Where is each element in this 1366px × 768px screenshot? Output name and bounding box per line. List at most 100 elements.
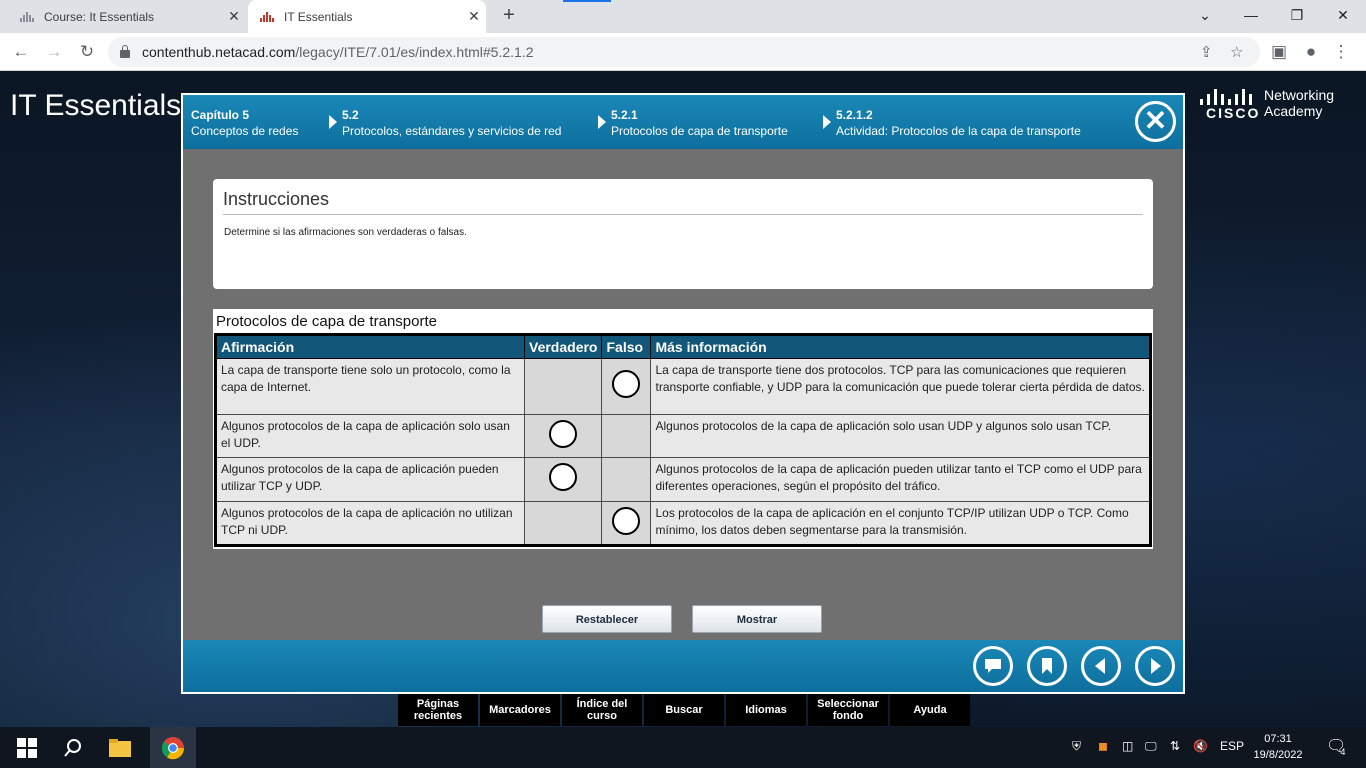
menu-course-index[interactable]: Índice del curso bbox=[562, 694, 642, 726]
breadcrumb-subsection[interactable]: 5.2.1 Protocolos de capa de transporte bbox=[611, 107, 788, 139]
tab-search-indicator bbox=[563, 0, 611, 2]
false-cell bbox=[601, 358, 652, 415]
forward-icon[interactable]: → bbox=[43, 41, 65, 63]
menu-search[interactable]: Buscar bbox=[644, 694, 724, 726]
true-cell bbox=[523, 414, 603, 458]
breadcrumb-activity: 5.2.1.2 Actividad: Protocolos de la capa… bbox=[836, 108, 1081, 138]
breadcrumb-arrow-icon bbox=[823, 115, 831, 129]
profile-icon[interactable]: ● bbox=[1300, 41, 1322, 63]
false-cell bbox=[601, 501, 652, 546]
app-tray-icon[interactable]: ◼ bbox=[1098, 739, 1108, 753]
info-cell: Los protocolos de la capa de aplicación … bbox=[650, 501, 1151, 546]
true-cell bbox=[523, 501, 603, 546]
close-modal-button[interactable]: ✕ bbox=[1135, 101, 1176, 142]
volume-muted-icon[interactable]: 🔇 bbox=[1193, 739, 1208, 753]
menu-recent-pages[interactable]: Páginas recientes bbox=[398, 694, 478, 726]
false-radio[interactable] bbox=[612, 506, 641, 535]
network-icon[interactable]: 🖵 bbox=[1145, 739, 1157, 754]
breadcrumb-section[interactable]: 5.2 Protocolos, estándares y servicios d… bbox=[342, 107, 561, 139]
side-panel-icon[interactable]: ▣ bbox=[1268, 41, 1290, 63]
breadcrumb-arrow-icon bbox=[598, 115, 606, 129]
true-false-table: Afirmación Verdadero Falso Más informaci… bbox=[214, 333, 1152, 547]
modal-footer bbox=[183, 640, 1183, 692]
chrome-icon[interactable] bbox=[150, 727, 196, 768]
false-cell bbox=[601, 414, 652, 458]
security-icon[interactable]: ⛨ bbox=[1072, 739, 1081, 754]
instructions-panel: Instrucciones Determine si las afirmacio… bbox=[213, 179, 1153, 289]
table-row: La capa de transporte tiene solo un prot… bbox=[215, 358, 1151, 415]
table-row: Algunos protocolos de la capa de aplicac… bbox=[215, 457, 1151, 502]
menu-select-background[interactable]: Seleccionar fondo bbox=[808, 694, 888, 726]
true-cell bbox=[523, 457, 603, 502]
column-header-info: Más información bbox=[650, 334, 1151, 359]
info-cell: Algunos protocolos de la capa de aplicac… bbox=[650, 457, 1151, 502]
tab-it-essentials[interactable]: IT Essentials ✕ bbox=[248, 0, 486, 33]
system-clock[interactable]: 07:31 19/8/2022 bbox=[1248, 731, 1308, 763]
activity-panel: Protocolos de capa de transporte Afirmac… bbox=[213, 309, 1153, 549]
tab-close-icon[interactable]: ✕ bbox=[462, 8, 486, 25]
cisco-favicon-icon bbox=[260, 11, 276, 22]
share-icon[interactable]: ⇪ bbox=[1200, 43, 1213, 61]
language-indicator[interactable]: ESP bbox=[1220, 739, 1244, 753]
breadcrumb-chapter[interactable]: Capítulo 5 Conceptos de redes bbox=[191, 107, 298, 139]
back-icon[interactable]: ← bbox=[10, 41, 32, 63]
previous-icon[interactable] bbox=[1081, 646, 1121, 686]
tab-close-icon[interactable]: ✕ bbox=[222, 8, 246, 25]
cisco-favicon-icon bbox=[20, 11, 36, 22]
menu-languages[interactable]: Idiomas bbox=[726, 694, 806, 726]
close-window-button[interactable]: ✕ bbox=[1320, 0, 1366, 30]
browser-tab-strip: Course: It Essentials ✕ IT Essentials ✕ … bbox=[0, 0, 1366, 33]
windows-start-icon[interactable] bbox=[14, 735, 40, 761]
tab-search-icon[interactable]: ⌄ bbox=[1182, 0, 1228, 30]
cisco-wordmark: CISCO bbox=[1206, 105, 1261, 121]
notifications-icon[interactable]: 🗨4 bbox=[1326, 736, 1351, 757]
menu-help[interactable]: Ayuda bbox=[890, 694, 970, 726]
menu-bookmarks[interactable]: Marcadores bbox=[480, 694, 560, 726]
activity-buttons: Restablecer Mostrar bbox=[183, 605, 1183, 635]
tab-title: Course: It Essentials bbox=[44, 9, 155, 24]
sync-icon[interactable]: ⇅ bbox=[1170, 739, 1180, 753]
false-cell bbox=[601, 457, 652, 502]
breadcrumb: Capítulo 5 Conceptos de redes 5.2 Protoc… bbox=[183, 95, 1183, 149]
cisco-networking-academy-logo: CISCO Networking Academy bbox=[1200, 85, 1360, 125]
activity-title: Protocolos de capa de transporte bbox=[216, 313, 437, 330]
chat-icon[interactable] bbox=[973, 646, 1013, 686]
page-background: IT Essentials CISCO Networking Academy C… bbox=[0, 71, 1366, 727]
camera-icon[interactable]: ◫ bbox=[1122, 739, 1133, 753]
statement-cell: Algunos protocolos de la capa de aplicac… bbox=[215, 457, 525, 502]
instructions-title: Instrucciones bbox=[223, 189, 330, 209]
reload-icon[interactable]: ↻ bbox=[76, 41, 98, 63]
bookmark-star-icon[interactable]: ☆ bbox=[1230, 43, 1243, 61]
lock-icon bbox=[120, 45, 130, 58]
true-radio[interactable] bbox=[549, 463, 578, 491]
tab-course[interactable]: Course: It Essentials ✕ bbox=[8, 0, 246, 33]
minimize-button[interactable]: — bbox=[1228, 0, 1274, 30]
true-radio[interactable] bbox=[549, 419, 578, 448]
new-tab-button[interactable]: + bbox=[497, 4, 521, 28]
next-icon[interactable] bbox=[1135, 646, 1175, 686]
column-header-false: Falso bbox=[601, 334, 652, 359]
reset-button[interactable]: Restablecer bbox=[542, 605, 672, 633]
statement-cell: La capa de transporte tiene solo un prot… bbox=[215, 358, 525, 415]
statement-cell: Algunos protocolos de la capa de aplicac… bbox=[215, 414, 525, 458]
activity-modal: Capítulo 5 Conceptos de redes 5.2 Protoc… bbox=[181, 93, 1185, 694]
false-radio[interactable] bbox=[612, 370, 641, 398]
course-title: IT Essentials bbox=[10, 89, 182, 122]
activity-content: Instrucciones Determine si las afirmacio… bbox=[183, 149, 1183, 640]
restore-button[interactable]: ❐ bbox=[1274, 0, 1320, 30]
menu-icon[interactable]: ⋮ bbox=[1330, 41, 1352, 63]
divider bbox=[223, 214, 1143, 215]
search-icon[interactable] bbox=[60, 735, 86, 761]
table-row: Algunos protocolos de la capa de aplicac… bbox=[215, 501, 1151, 546]
true-cell bbox=[523, 358, 603, 415]
instructions-text: Determine si las afirmaciones son verdad… bbox=[224, 227, 467, 238]
table-row: Algunos protocolos de la capa de aplicac… bbox=[215, 414, 1151, 458]
url-text: contenthub.netacad.com/legacy/ITE/7.01/e… bbox=[142, 44, 534, 60]
bookmark-icon[interactable] bbox=[1027, 646, 1067, 686]
show-button[interactable]: Mostrar bbox=[692, 605, 822, 633]
course-menu: Páginas recientes Marcadores Índice del cu… bbox=[398, 694, 972, 728]
address-bar[interactable]: contenthub.netacad.com/legacy/ITE/7.01/e… bbox=[108, 37, 1260, 67]
file-explorer-icon[interactable] bbox=[108, 735, 134, 761]
breadcrumb-arrow-icon bbox=[329, 115, 337, 129]
column-header-true: Verdadero bbox=[523, 334, 603, 359]
